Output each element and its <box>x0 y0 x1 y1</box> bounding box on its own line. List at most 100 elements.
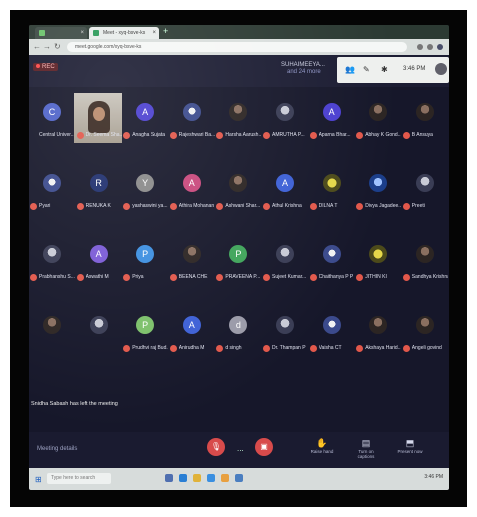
participant-tile[interactable]: A Aparna Bhar... <box>309 93 355 159</box>
participant-name: Ashwani Shar... <box>225 203 261 209</box>
participant-tile[interactable]: Harsha Aarush... <box>215 93 261 159</box>
more-options-button[interactable]: ... <box>237 444 244 453</box>
chat-icon[interactable]: ✎ <box>363 65 370 74</box>
participant-tile[interactable]: C Central Univer... <box>29 93 75 159</box>
participant-tile[interactable]: Dr. Thampan P <box>262 306 308 372</box>
meeting-details-button[interactable]: Meeting details <box>37 446 77 452</box>
participant-tile[interactable]: A Athul Krishna <box>262 164 308 230</box>
close-tab-icon[interactable]: × <box>152 27 156 39</box>
participant-name: Pyari <box>39 203 51 209</box>
participant-tile[interactable]: Angeli govind <box>402 306 448 372</box>
participant-tile[interactable] <box>29 306 75 372</box>
participant-tile[interactable]: Sujeet Kumar... <box>262 235 308 301</box>
muted-mic-icon <box>169 274 177 281</box>
participant-tile[interactable]: Prabhanshu S... <box>29 235 75 301</box>
forward-icon[interactable]: → <box>43 42 51 52</box>
participant-tile[interactable]: A Aswathi M <box>76 235 122 301</box>
participant-tile[interactable]: JITHIN KI <box>355 235 401 301</box>
activities-icon[interactable]: ✱ <box>381 65 388 74</box>
tab-label: Meet - xyq-bsve-ks <box>103 30 146 36</box>
participant-tile[interactable]: A Anirudha M <box>169 306 215 372</box>
participant-tile[interactable]: Akshaya Harid... <box>355 306 401 372</box>
participant-tile[interactable]: P Prudhvi raj Bud... <box>122 306 168 372</box>
edge-icon[interactable] <box>179 474 187 482</box>
participant-avatar: C <box>43 103 61 121</box>
url-field[interactable]: meet.google.com/xyq-bsve-ks <box>67 42 407 52</box>
taskbar-search-input[interactable]: Type here to search <box>47 473 111 484</box>
participant-tile[interactable]: Chaithanya P P <box>309 235 355 301</box>
muted-mic-icon <box>309 132 317 139</box>
mic-off-icon[interactable]: 🎙 <box>207 438 225 456</box>
participant-tile[interactable]: R RENUKA K <box>76 164 122 230</box>
participant-name: Central Univer... <box>39 132 75 138</box>
participant-tile[interactable]: P Priya <box>122 235 168 301</box>
participant-tile[interactable] <box>76 306 122 372</box>
reload-icon[interactable]: ↻ <box>54 42 61 52</box>
raise-hand-button[interactable]: ✋ Raise hand <box>307 438 337 454</box>
participant-name: RENUKA K <box>85 203 111 209</box>
participant-name: Rajeshwari Ba... <box>178 132 215 138</box>
participant-tile[interactable]: BEENA CHE <box>169 235 215 301</box>
user-avatar[interactable] <box>435 63 447 75</box>
participant-tile[interactable]: A Anagha Sujata <box>122 93 168 159</box>
chrome-icon[interactable] <box>221 474 229 482</box>
participant-tile[interactable]: Ashwani Shar... <box>215 164 261 230</box>
muted-mic-icon <box>169 345 177 352</box>
participant-avatar: A <box>136 103 155 121</box>
participant-name: PRAVEENA P... <box>225 274 261 280</box>
extension-icon[interactable] <box>427 44 433 50</box>
muted-mic-icon <box>356 203 364 210</box>
people-icon[interactable]: 👥 <box>345 65 355 74</box>
participant-avatar <box>369 245 388 263</box>
participant-tile[interactable]: DILNA T <box>309 164 355 230</box>
profile-icon[interactable] <box>437 44 443 50</box>
participant-tile[interactable]: Sandhya Krishna <box>402 235 448 301</box>
cc-icon: ▤ <box>361 438 371 448</box>
participant-tile[interactable]: Abhay K Gond... <box>355 93 401 159</box>
meet-tools-panel: 👥 ✎ ✱ 3:46 PM <box>337 57 449 83</box>
back-icon[interactable]: ← <box>33 42 41 52</box>
store-icon[interactable] <box>207 474 215 482</box>
leave-notification: Snidha Sabash has left the meeting <box>31 401 118 407</box>
new-tab-icon[interactable]: + <box>163 26 168 36</box>
participant-tile[interactable]: B Ansuya <box>402 93 448 159</box>
participant-tile[interactable]: Divya Jagadee... <box>355 164 401 230</box>
participant-avatar: A <box>322 103 341 121</box>
participant-avatar: A <box>276 174 294 192</box>
task-view-icon[interactable] <box>165 474 173 482</box>
participant-tile[interactable]: Vaisha CT <box>309 306 355 372</box>
browser-tab-1[interactable]: × <box>35 27 87 39</box>
windows-start-icon[interactable]: ⊞ <box>35 475 42 484</box>
participant-tile[interactable]: Pyari <box>29 164 75 230</box>
extension-icon[interactable] <box>417 44 423 50</box>
participant-tile[interactable]: d d singh <box>215 306 261 372</box>
muted-mic-icon <box>402 132 410 139</box>
muted-mic-icon <box>30 274 37 281</box>
muted-mic-icon <box>356 345 364 352</box>
recording-label: REC <box>42 64 55 70</box>
participant-name: Aswathi M <box>85 274 109 280</box>
participant-name: Chaithanya P P <box>318 274 354 280</box>
camera-off-icon[interactable]: ▣ <box>255 438 273 456</box>
present-icon: ⬒ <box>405 438 415 448</box>
file-explorer-icon[interactable] <box>193 474 201 482</box>
participant-tile[interactable]: Yyashaswini ya... <box>122 164 168 230</box>
participant-grid: Snidha Sabash has left the meeting C Cent… <box>29 87 449 432</box>
participant-name: Aparna Bhar... <box>318 132 351 138</box>
participant-tile[interactable]: Dr. Seema Sha... <box>73 93 122 159</box>
participant-tile[interactable]: A Athira Mohanan <box>169 164 215 230</box>
close-tab-icon[interactable]: × <box>80 27 84 39</box>
participant-tile[interactable]: Preeti <box>402 164 448 230</box>
present-now-button[interactable]: ⬒ Present now <box>395 438 425 454</box>
captions-button[interactable]: ▤ Turn on captions <box>351 438 381 459</box>
muted-mic-icon <box>216 274 224 281</box>
participant-avatar: A <box>182 174 201 192</box>
participant-tile[interactable]: P PRAVEENA P... <box>215 235 261 301</box>
browser-tab-meet[interactable]: Meet - xyq-bsve-ks × <box>89 27 159 39</box>
participant-name: Harsha Aarush... <box>225 132 262 138</box>
muted-mic-icon <box>76 274 84 281</box>
participant-avatar: A <box>89 245 108 263</box>
participant-tile[interactable]: Rajeshwari Ba... <box>169 93 215 159</box>
mail-icon[interactable] <box>235 474 243 482</box>
participant-tile[interactable]: AMRUTHA P... <box>262 93 308 159</box>
